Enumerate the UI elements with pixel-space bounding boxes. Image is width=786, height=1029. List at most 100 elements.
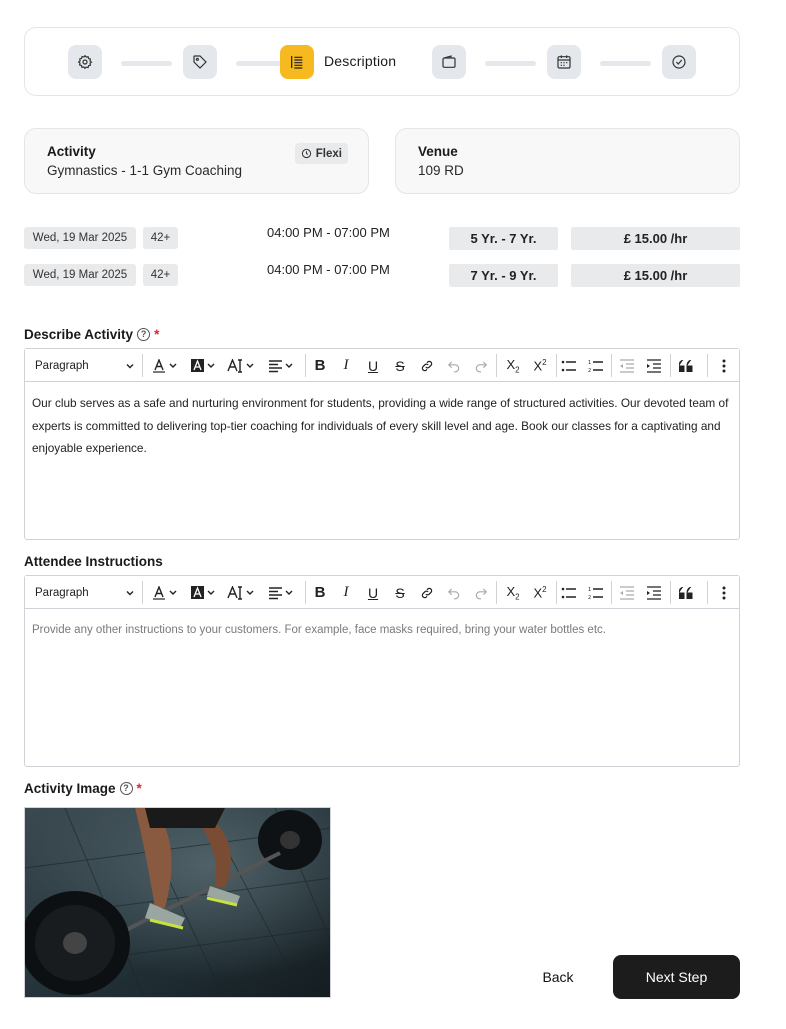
redo-icon bbox=[475, 588, 488, 599]
paragraph-select[interactable]: Paragraph bbox=[35, 354, 135, 377]
link-icon bbox=[421, 360, 433, 371]
progress-stepper: Description bbox=[24, 27, 740, 96]
active-step-label: Description bbox=[324, 53, 397, 69]
more-options-button[interactable] bbox=[713, 354, 735, 377]
undo-button[interactable] bbox=[443, 354, 465, 377]
age-range: 5 Yr. - 7 Yr. bbox=[449, 227, 558, 250]
tag-icon bbox=[193, 55, 207, 69]
more-vertical-icon bbox=[722, 359, 726, 372]
outdent-button[interactable] bbox=[616, 581, 638, 604]
instructions-input[interactable]: Provide any other instructions to your c… bbox=[25, 609, 739, 651]
highlight-icon bbox=[191, 358, 215, 372]
back-button[interactable]: Back bbox=[525, 955, 591, 999]
step-connector bbox=[121, 61, 172, 66]
svg-text:2: 2 bbox=[588, 368, 591, 373]
numbered-list-button[interactable]: 12 bbox=[585, 581, 607, 604]
highlight-button[interactable] bbox=[187, 354, 221, 377]
numbered-list-button[interactable]: 12 bbox=[585, 354, 607, 377]
paragraph-select-value: Paragraph bbox=[35, 586, 89, 599]
highlight-icon bbox=[191, 585, 215, 599]
align-button[interactable] bbox=[265, 581, 299, 604]
spots-chip: 42+ bbox=[143, 264, 178, 286]
font-color-button[interactable] bbox=[149, 581, 183, 604]
step-review[interactable] bbox=[662, 45, 696, 79]
align-left-icon bbox=[269, 359, 293, 372]
price: £ 15.00 /hr bbox=[571, 227, 740, 250]
flexi-badge: Flexi bbox=[294, 143, 348, 164]
activity-image[interactable] bbox=[24, 807, 331, 998]
activity-value: Gymnastics - 1-1 Gym Coaching bbox=[47, 163, 243, 178]
underline-icon: U bbox=[367, 357, 379, 374]
strikethrough-icon: S bbox=[395, 584, 405, 601]
required-marker: * bbox=[136, 781, 142, 796]
indent-button[interactable] bbox=[643, 354, 665, 377]
clock-icon bbox=[301, 148, 311, 159]
undo-button[interactable] bbox=[443, 581, 465, 604]
superscript-button[interactable]: X2 bbox=[528, 354, 552, 377]
step-pricing[interactable] bbox=[183, 45, 217, 79]
italic-button[interactable]: I bbox=[335, 354, 357, 377]
link-button[interactable] bbox=[416, 581, 438, 604]
time-range: 04:00 PM - 07:00 PM bbox=[267, 262, 390, 277]
font-size-button[interactable] bbox=[225, 581, 259, 604]
link-button[interactable] bbox=[416, 354, 438, 377]
editor-toolbar: Paragraph B I U S X2 X2 12 bbox=[25, 349, 739, 382]
align-button[interactable] bbox=[265, 354, 299, 377]
help-icon[interactable]: ? bbox=[119, 782, 133, 795]
step-general[interactable] bbox=[68, 45, 102, 79]
schedule-row: Wed, 19 Mar 2025 42+ 04:00 PM - 07:00 PM… bbox=[24, 262, 740, 288]
chevron-down-icon bbox=[126, 363, 134, 368]
redo-button[interactable] bbox=[470, 581, 492, 604]
font-color-icon bbox=[153, 358, 177, 373]
step-payment[interactable] bbox=[432, 45, 466, 79]
subscript-button[interactable]: X2 bbox=[501, 581, 525, 604]
subscript-button[interactable]: X2 bbox=[501, 354, 525, 377]
italic-icon: I bbox=[343, 584, 349, 600]
schedule-row: Wed, 19 Mar 2025 42+ 04:00 PM - 07:00 PM… bbox=[24, 225, 740, 251]
superscript-icon: X2 bbox=[533, 584, 547, 601]
redo-button[interactable] bbox=[470, 354, 492, 377]
help-icon[interactable]: ? bbox=[137, 328, 151, 341]
italic-button[interactable]: I bbox=[335, 581, 357, 604]
describe-content[interactable]: Our club serves as a safe and nurturing … bbox=[25, 382, 739, 470]
bold-button[interactable]: B bbox=[309, 354, 331, 377]
strikethrough-icon: S bbox=[395, 357, 405, 374]
superscript-button[interactable]: X2 bbox=[528, 581, 552, 604]
outdent-button[interactable] bbox=[616, 354, 638, 377]
step-description[interactable] bbox=[280, 45, 314, 79]
blockquote-button[interactable] bbox=[675, 354, 697, 377]
numbered-list-icon: 12 bbox=[588, 360, 603, 373]
paragraph-select[interactable]: Paragraph bbox=[35, 581, 135, 604]
bullet-list-icon bbox=[561, 587, 576, 598]
underline-button[interactable]: U bbox=[362, 581, 384, 604]
bullet-list-button[interactable] bbox=[558, 581, 580, 604]
step-schedule[interactable] bbox=[547, 45, 581, 79]
undo-icon bbox=[447, 361, 460, 372]
activity-card: Activity Gymnastics - 1-1 Gym Coaching F… bbox=[24, 128, 369, 194]
strikethrough-button[interactable]: S bbox=[389, 581, 411, 604]
underline-icon: U bbox=[367, 584, 379, 601]
bold-button[interactable]: B bbox=[309, 581, 331, 604]
indent-icon bbox=[647, 358, 661, 373]
bullet-list-button[interactable] bbox=[558, 354, 580, 377]
font-size-button[interactable] bbox=[225, 354, 259, 377]
underline-button[interactable]: U bbox=[362, 354, 384, 377]
highlight-button[interactable] bbox=[187, 581, 221, 604]
venue-card: Venue 109 RD bbox=[395, 128, 740, 194]
strikethrough-button[interactable]: S bbox=[389, 354, 411, 377]
step-connector bbox=[485, 61, 536, 66]
font-size-icon bbox=[227, 585, 254, 600]
required-marker: * bbox=[154, 327, 160, 342]
bold-icon: B bbox=[314, 357, 326, 374]
description-icon bbox=[291, 56, 303, 69]
font-color-button[interactable] bbox=[149, 354, 183, 377]
indent-button[interactable] bbox=[643, 581, 665, 604]
image-label: Activity Image ? * bbox=[24, 781, 142, 796]
wallet-icon bbox=[442, 55, 456, 68]
instructions-label-text: Attendee Instructions bbox=[24, 554, 163, 569]
next-step-button[interactable]: Next Step bbox=[613, 955, 740, 999]
more-options-button[interactable] bbox=[713, 581, 735, 604]
link-icon bbox=[421, 587, 433, 598]
describe-label-text: Describe Activity bbox=[24, 327, 134, 342]
blockquote-button[interactable] bbox=[675, 581, 697, 604]
